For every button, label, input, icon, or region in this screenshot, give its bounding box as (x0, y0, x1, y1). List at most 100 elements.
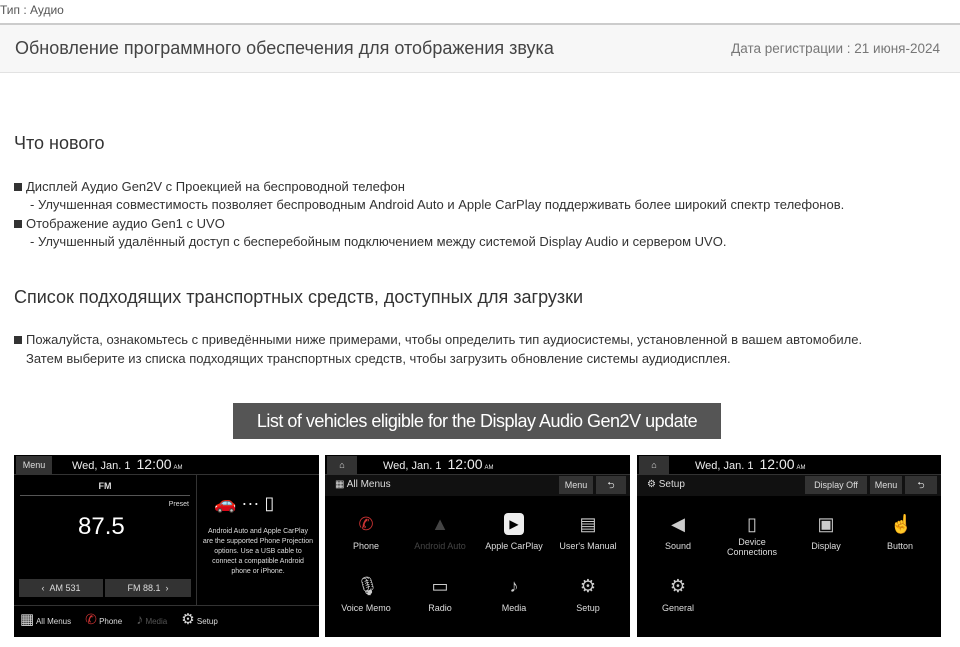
page-title: Обновление программного обеспечения для … (15, 38, 554, 58)
dock-all-menus[interactable]: ▦ All Menus (20, 610, 71, 628)
music-icon: ♪ (136, 611, 144, 627)
tile-label: Voice Memo (341, 603, 391, 613)
bullet-icon (14, 183, 22, 191)
device-icon: ▯ (747, 514, 757, 534)
ampm: AM (796, 465, 806, 471)
tile-phone[interactable]: ✆ Phone (329, 513, 403, 551)
eligible-heading: Список подходящих транспортных средств, … (14, 287, 584, 307)
dock-label: All Menus (35, 617, 72, 626)
ampm: AM (173, 465, 183, 471)
home-button[interactable]: ⌂ (327, 456, 357, 474)
tile-label: Device Connections (726, 537, 778, 557)
manual-icon: ▤ (579, 514, 597, 534)
tile-label: Button (886, 541, 914, 551)
next-label: FM 88.1 (127, 583, 161, 593)
dock: ▦ All Menus ✆ Phone ♪ Media ⚙ Setup (20, 610, 218, 629)
band-label: FM (20, 481, 190, 496)
tile-sound[interactable]: ◀ Sound (641, 513, 715, 551)
tile-apple-carplay[interactable]: ▶ Apple CarPlay (477, 513, 551, 551)
dock-label: Phone (99, 616, 123, 626)
bullet-icon (14, 220, 22, 228)
screen-setup: ⌂ Wed, Jan. 1 12:00 AM ⚙ Setup Display Off… (637, 455, 941, 637)
tile-label: Display (811, 541, 841, 551)
car-phone-icon: 🚗 ··· ▯ (214, 493, 275, 513)
tile-label: Android Auto (414, 541, 466, 551)
type-label: Тип : Аудио (0, 3, 64, 17)
tile-label: Phone (352, 541, 380, 551)
time: 12:00 (759, 456, 795, 472)
back-button[interactable]: ⮌ (905, 476, 937, 494)
frequency: 87.5 (78, 513, 125, 540)
list-item: Отображение аудио Gen1 с UVO (14, 216, 225, 231)
tile-voice-memo[interactable]: 🎙 Voice Memo (329, 575, 403, 613)
dock-label: Setup (196, 617, 218, 626)
date: Wed, Jan. 1 (383, 460, 442, 472)
tile-display[interactable]: ▣ Display (789, 513, 863, 551)
instruction-line: Пожалуйста, ознакомьтесь с приведёнными … (26, 332, 863, 347)
bullet-icon (14, 336, 22, 344)
time: 12:00 (447, 456, 483, 472)
radio-icon: ▭ (431, 576, 449, 596)
divider (14, 605, 319, 606)
tile-label: Sound (664, 541, 692, 551)
status-bar: Menu Wed, Jan. 1 12:00 AM (14, 455, 319, 475)
tile-users-manual[interactable]: ▤ User's Manual (551, 513, 625, 551)
menu-button[interactable]: Menu (16, 456, 52, 474)
list-item: Дисплей Аудио Gen2V с Проекцией на беспр… (14, 179, 405, 194)
whats-new-heading: Что нового (14, 133, 105, 153)
projection-info: Android Auto and Apple CarPlay are the s… (202, 528, 314, 575)
time: 12:00 (136, 456, 172, 472)
tile-setup[interactable]: ⚙ Setup (551, 575, 625, 613)
tile-device-connections[interactable]: ▯ Device Connections (715, 513, 789, 557)
next-station-button[interactable]: FM 88.1 › (105, 579, 191, 597)
tile-label: Media (501, 603, 527, 613)
title-bar: ▦ All Menus Menu ⮌ (325, 475, 630, 496)
phone-icon: ✆ (85, 610, 97, 627)
grid-icon: ▦ (20, 611, 35, 628)
touch-button-icon: ☝ (890, 514, 913, 534)
gear-icon: ⚙ (181, 611, 195, 628)
tile-radio[interactable]: ▭ Radio (403, 575, 477, 613)
tile-label: Setup (576, 603, 600, 613)
tile-label: General (661, 603, 695, 613)
title-text: Setup (658, 479, 685, 490)
tile-media[interactable]: ♪ Media (477, 575, 551, 613)
preset-label[interactable]: Preset (169, 501, 189, 508)
display-off-button[interactable]: Display Off (805, 476, 867, 494)
tile-button[interactable]: ☝ Button (863, 513, 937, 551)
tile-general[interactable]: ⚙ General (641, 575, 715, 613)
all-menus-title: ▦ All Menus (335, 479, 391, 490)
screen-all-menus: ⌂ Wed, Jan. 1 12:00 AM ▦ All Menus Menu ⮌ … (325, 455, 630, 637)
clock: Wed, Jan. 1 12:00 AM (695, 456, 806, 472)
gear-icon: ⚙ (669, 576, 687, 596)
dock-phone[interactable]: ✆ Phone (85, 611, 122, 628)
prev-label: AM 531 (49, 583, 81, 593)
back-button[interactable]: ⮌ (596, 476, 626, 494)
status-bar: ⌂ Wed, Jan. 1 12:00 AM (325, 455, 630, 475)
prev-station-button[interactable]: ‹ AM 531 (19, 579, 103, 597)
date: Wed, Jan. 1 (695, 460, 754, 472)
android-auto-icon: ▲ (431, 514, 449, 534)
instructions: Пожалуйста, ознакомьтесь с приведёнными … (14, 332, 862, 347)
item-title: Отображение аудио Gen1 с UVO (26, 216, 225, 231)
date: Wed, Jan. 1 (72, 460, 131, 472)
item-detail: - Улучшенная совместимость позволяет бес… (30, 197, 845, 212)
tile-label: Apple CarPlay (485, 541, 543, 551)
item-title: Дисплей Аудио Gen2V с Проекцией на беспр… (26, 179, 405, 194)
instruction-line: Затем выберите из списка подходящих тран… (26, 351, 731, 366)
clock: Wed, Jan. 1 12:00 AM (72, 456, 183, 472)
menu-button[interactable]: Menu (559, 476, 593, 494)
phone-icon: ✆ (358, 514, 374, 534)
tile-android-auto[interactable]: ▲ Android Auto (403, 513, 477, 551)
dock-media[interactable]: ♪ Media (136, 611, 167, 627)
monitor-icon: ▣ (817, 514, 835, 534)
page-header: Обновление программного обеспечения для … (0, 23, 960, 73)
dock-label: Media (145, 617, 168, 626)
title-text: All Menus (346, 479, 391, 490)
registration-date: Дата регистрации : 21 июня-2024 (731, 41, 940, 56)
carplay-icon: ▶ (504, 513, 524, 535)
home-button[interactable]: ⌂ (639, 456, 669, 474)
menu-button[interactable]: Menu (870, 476, 902, 494)
dock-setup[interactable]: ⚙ Setup (181, 610, 218, 628)
music-icon: ♪ (509, 576, 519, 596)
